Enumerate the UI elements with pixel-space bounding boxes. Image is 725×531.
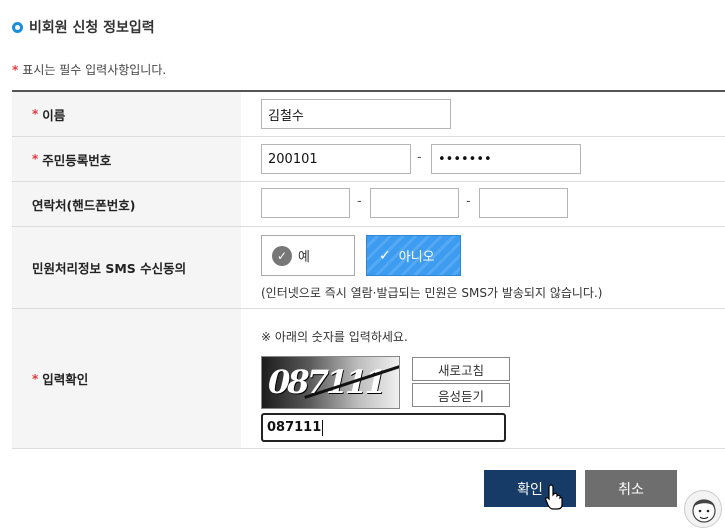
label-jumin-text: 주민등록번호 [42,152,112,168]
required-star-icon: * [32,107,39,121]
phone-dash-1: - [357,194,362,209]
jumin-dash: - [417,150,422,165]
row-name: * 이름 김철수 [12,92,725,137]
required-star-icon: * [12,63,19,77]
label-jumin: * 주민등록번호 [12,137,241,181]
row-jumin: * 주민등록번호 200101 - ••••••• [12,137,725,182]
phone-part1-input[interactable] [261,188,350,218]
sms-no-radio[interactable]: ✓ 아니오 [366,235,461,276]
value-phone: - - [241,182,725,226]
sms-no-label: 아니오 [398,250,435,265]
text-caret [322,419,324,436]
check-icon: ✓ [272,245,292,266]
check-icon: ✓ [379,247,391,264]
captcha-input[interactable]: 087111 [261,413,506,442]
captcha-refresh-button[interactable]: 새로고침 [412,357,510,381]
name-input[interactable]: 김철수 [261,99,451,129]
value-name: 김철수 [241,92,725,136]
row-sms: 민원처리정보 SMS 수신동의 ✓ 예 ✓ 아니오 (인터넷으로 즉시 열람·발… [12,227,725,309]
label-captcha: * 입력확인 [12,309,241,448]
captcha-note: ※ 아래의 숫자를 입력하세요. [261,330,408,344]
label-captcha-text: 입력확인 [42,372,89,387]
value-captcha: ※ 아래의 숫자를 입력하세요. 087111 새로고침 음성듣기 087111 [241,309,725,448]
required-star-icon: * [32,371,39,386]
label-sms: 민원처리정보 SMS 수신동의 [12,227,241,308]
phone-part3-input[interactable] [479,188,568,218]
label-phone: 연락처(핸드폰번호) [12,182,241,226]
cancel-button[interactable]: 취소 [585,470,677,507]
jumin-front-input[interactable]: 200101 [261,144,411,174]
label-name: * 이름 [12,92,241,136]
ring-icon [12,21,23,33]
jumin-back-input[interactable]: ••••••• [431,144,581,174]
avatar [684,490,722,528]
captcha-audio-button[interactable]: 음성듣기 [412,383,510,407]
captcha-image-text: 087111 [263,363,388,401]
value-jumin: 200101 - ••••••• [241,137,725,181]
row-captcha: * 입력확인 ※ 아래의 숫자를 입력하세요. 087111 새로고침 음성듣기 … [12,309,725,449]
required-note-text: 표시는 필수 입력사항입니다. [22,63,167,77]
section-title: 비회원 신청 정보입력 [12,16,155,38]
captcha-input-value: 087111 [267,420,322,435]
sms-note: (인터넷으로 즉시 열람·발급되는 민원은 SMS가 발송되지 않습니다.) [261,286,603,300]
application-form: * 이름 김철수 * 주민등록번호 200101 - ••••••• 연락처(핸드폰… [12,90,725,449]
required-note: * 표시는 필수 입력사항입니다. [12,61,166,78]
phone-part2-input[interactable] [370,188,459,218]
sms-yes-label: 예 [298,250,310,265]
row-phone: 연락처(핸드폰번호) - - [12,182,725,227]
value-sms: ✓ 예 ✓ 아니오 (인터넷으로 즉시 열람·발급되는 민원은 SMS가 발송되… [241,227,725,308]
sms-yes-radio[interactable]: ✓ 예 [261,235,355,276]
section-title-text: 비회원 신청 정보입력 [29,20,155,36]
phone-dash-2: - [466,194,471,209]
hand-cursor-icon [545,484,563,510]
captcha-image: 087111 [261,356,400,409]
required-star-icon: * [32,152,39,166]
label-name-text: 이름 [42,107,66,123]
